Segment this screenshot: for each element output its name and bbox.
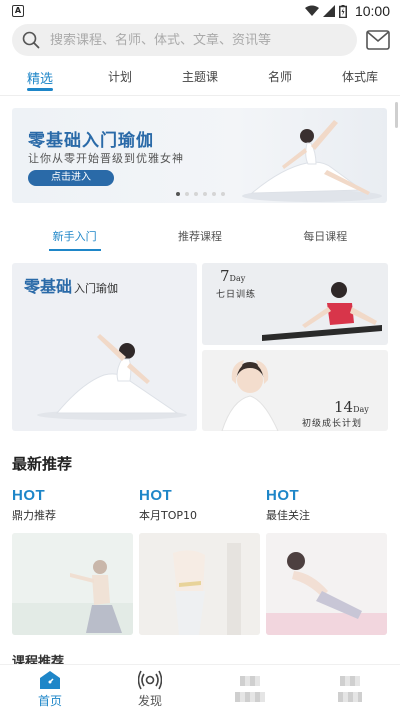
placeholder-label xyxy=(235,692,265,702)
recommend-photo[interactable] xyxy=(139,533,260,635)
banner-title: 零基础入门瑜伽 xyxy=(28,131,154,151)
hot-label: 鼎力推荐 xyxy=(12,509,56,522)
home-icon xyxy=(40,670,60,689)
yoga-photo xyxy=(12,533,133,635)
pagination-dot[interactable] xyxy=(220,192,225,196)
bottom-nav: 首页 发现 xyxy=(0,664,400,711)
yoga-photo xyxy=(139,533,260,635)
hot-label: 最佳关注 xyxy=(266,509,310,522)
search-row xyxy=(12,24,392,56)
tab-featured[interactable]: 精选 xyxy=(0,62,80,94)
latest-section-title: 最新推荐 xyxy=(12,455,73,473)
nav-item-4[interactable] xyxy=(300,665,400,711)
pagination-dot[interactable] xyxy=(202,192,207,196)
fourteen-day-plan-card[interactable]: 14Day 初级成长计划 xyxy=(202,350,388,431)
hot-item-top10[interactable]: HOT 本月TOP10 xyxy=(139,487,259,523)
tab-beginner[interactable]: 新手入门 xyxy=(12,222,137,254)
recommend-photo[interactable] xyxy=(266,533,387,635)
day-number: 14 xyxy=(334,398,354,416)
message-button[interactable] xyxy=(365,29,391,51)
tab-teachers[interactable]: 名师 xyxy=(240,62,320,94)
hot-item-featured[interactable]: HOT 鼎力推荐 xyxy=(12,487,132,523)
course-recommend-heading: 课程推荐 xyxy=(12,655,65,664)
nav-item-3[interactable] xyxy=(200,665,300,711)
yoga-stretch-illustration xyxy=(262,282,382,341)
nav-discover[interactable]: 发现 xyxy=(100,665,200,711)
beginner-yoga-card[interactable]: 零基础 入门瑜伽 xyxy=(12,263,197,431)
scrollbar xyxy=(395,102,398,128)
banner-subtitle: 让你从零开始晋级到优雅女神 xyxy=(28,152,184,165)
search-input[interactable] xyxy=(50,32,340,48)
search-box[interactable] xyxy=(12,24,357,56)
pagination-dot[interactable] xyxy=(184,192,189,196)
app-notification-icon: A xyxy=(12,5,24,17)
status-time: 10:00 xyxy=(354,3,390,19)
hot-item-attention[interactable]: HOT 最佳关注 xyxy=(266,487,386,523)
top-tabs: 精选 计划 主题课 名师 体式库 xyxy=(0,62,400,94)
placeholder-icon xyxy=(340,676,360,686)
wifi-icon xyxy=(304,5,319,16)
tab-daily[interactable]: 每日课程 xyxy=(263,222,388,254)
placeholder-label xyxy=(338,692,362,702)
promo-banner[interactable]: 零基础入门瑜伽 让你从零开始晋级到优雅女神 点击进入 xyxy=(12,108,387,203)
banner-enter-button[interactable]: 点击进入 xyxy=(28,170,114,186)
hot-tag: HOT xyxy=(139,487,173,504)
pagination-dot[interactable] xyxy=(193,192,198,196)
course-sub-tabs: 新手入门 推荐课程 每日课程 xyxy=(12,222,388,254)
tab-pose-library[interactable]: 体式库 xyxy=(320,62,400,94)
nav-home[interactable]: 首页 xyxy=(0,665,100,711)
battery-icon xyxy=(338,4,347,18)
mail-icon xyxy=(366,30,390,50)
tab-recommended[interactable]: 推荐课程 xyxy=(137,222,262,254)
banner-pagination xyxy=(0,192,400,196)
hot-label: 本月TOP10 xyxy=(139,509,198,522)
placeholder-icon xyxy=(240,676,260,686)
day-unit: Day xyxy=(353,405,369,414)
recommend-photo[interactable] xyxy=(12,533,133,635)
yoga-pose-illustration xyxy=(37,334,187,420)
signal-icon xyxy=(322,5,335,17)
tab-theme-course[interactable]: 主题课 xyxy=(160,62,240,94)
hot-tag: HOT xyxy=(12,487,46,504)
yoga-pose-illustration xyxy=(242,120,382,202)
nav-label: 发现 xyxy=(137,693,162,708)
card-caption: 初级成长计划 xyxy=(302,419,363,429)
yoga-photo xyxy=(266,533,387,635)
tab-plan[interactable]: 计划 xyxy=(80,62,160,94)
nav-label: 首页 xyxy=(37,693,62,708)
status-bar: A 10:00 xyxy=(0,0,400,22)
card-day-count: 14Day xyxy=(334,398,369,416)
pagination-dot[interactable] xyxy=(175,192,180,196)
hot-tag: HOT xyxy=(266,487,300,504)
seven-day-training-card[interactable]: 7Day 七日训练 xyxy=(202,263,388,345)
discover-icon xyxy=(138,670,162,689)
tabs-divider xyxy=(0,95,400,96)
search-icon xyxy=(22,31,40,49)
pagination-dot[interactable] xyxy=(211,192,216,196)
